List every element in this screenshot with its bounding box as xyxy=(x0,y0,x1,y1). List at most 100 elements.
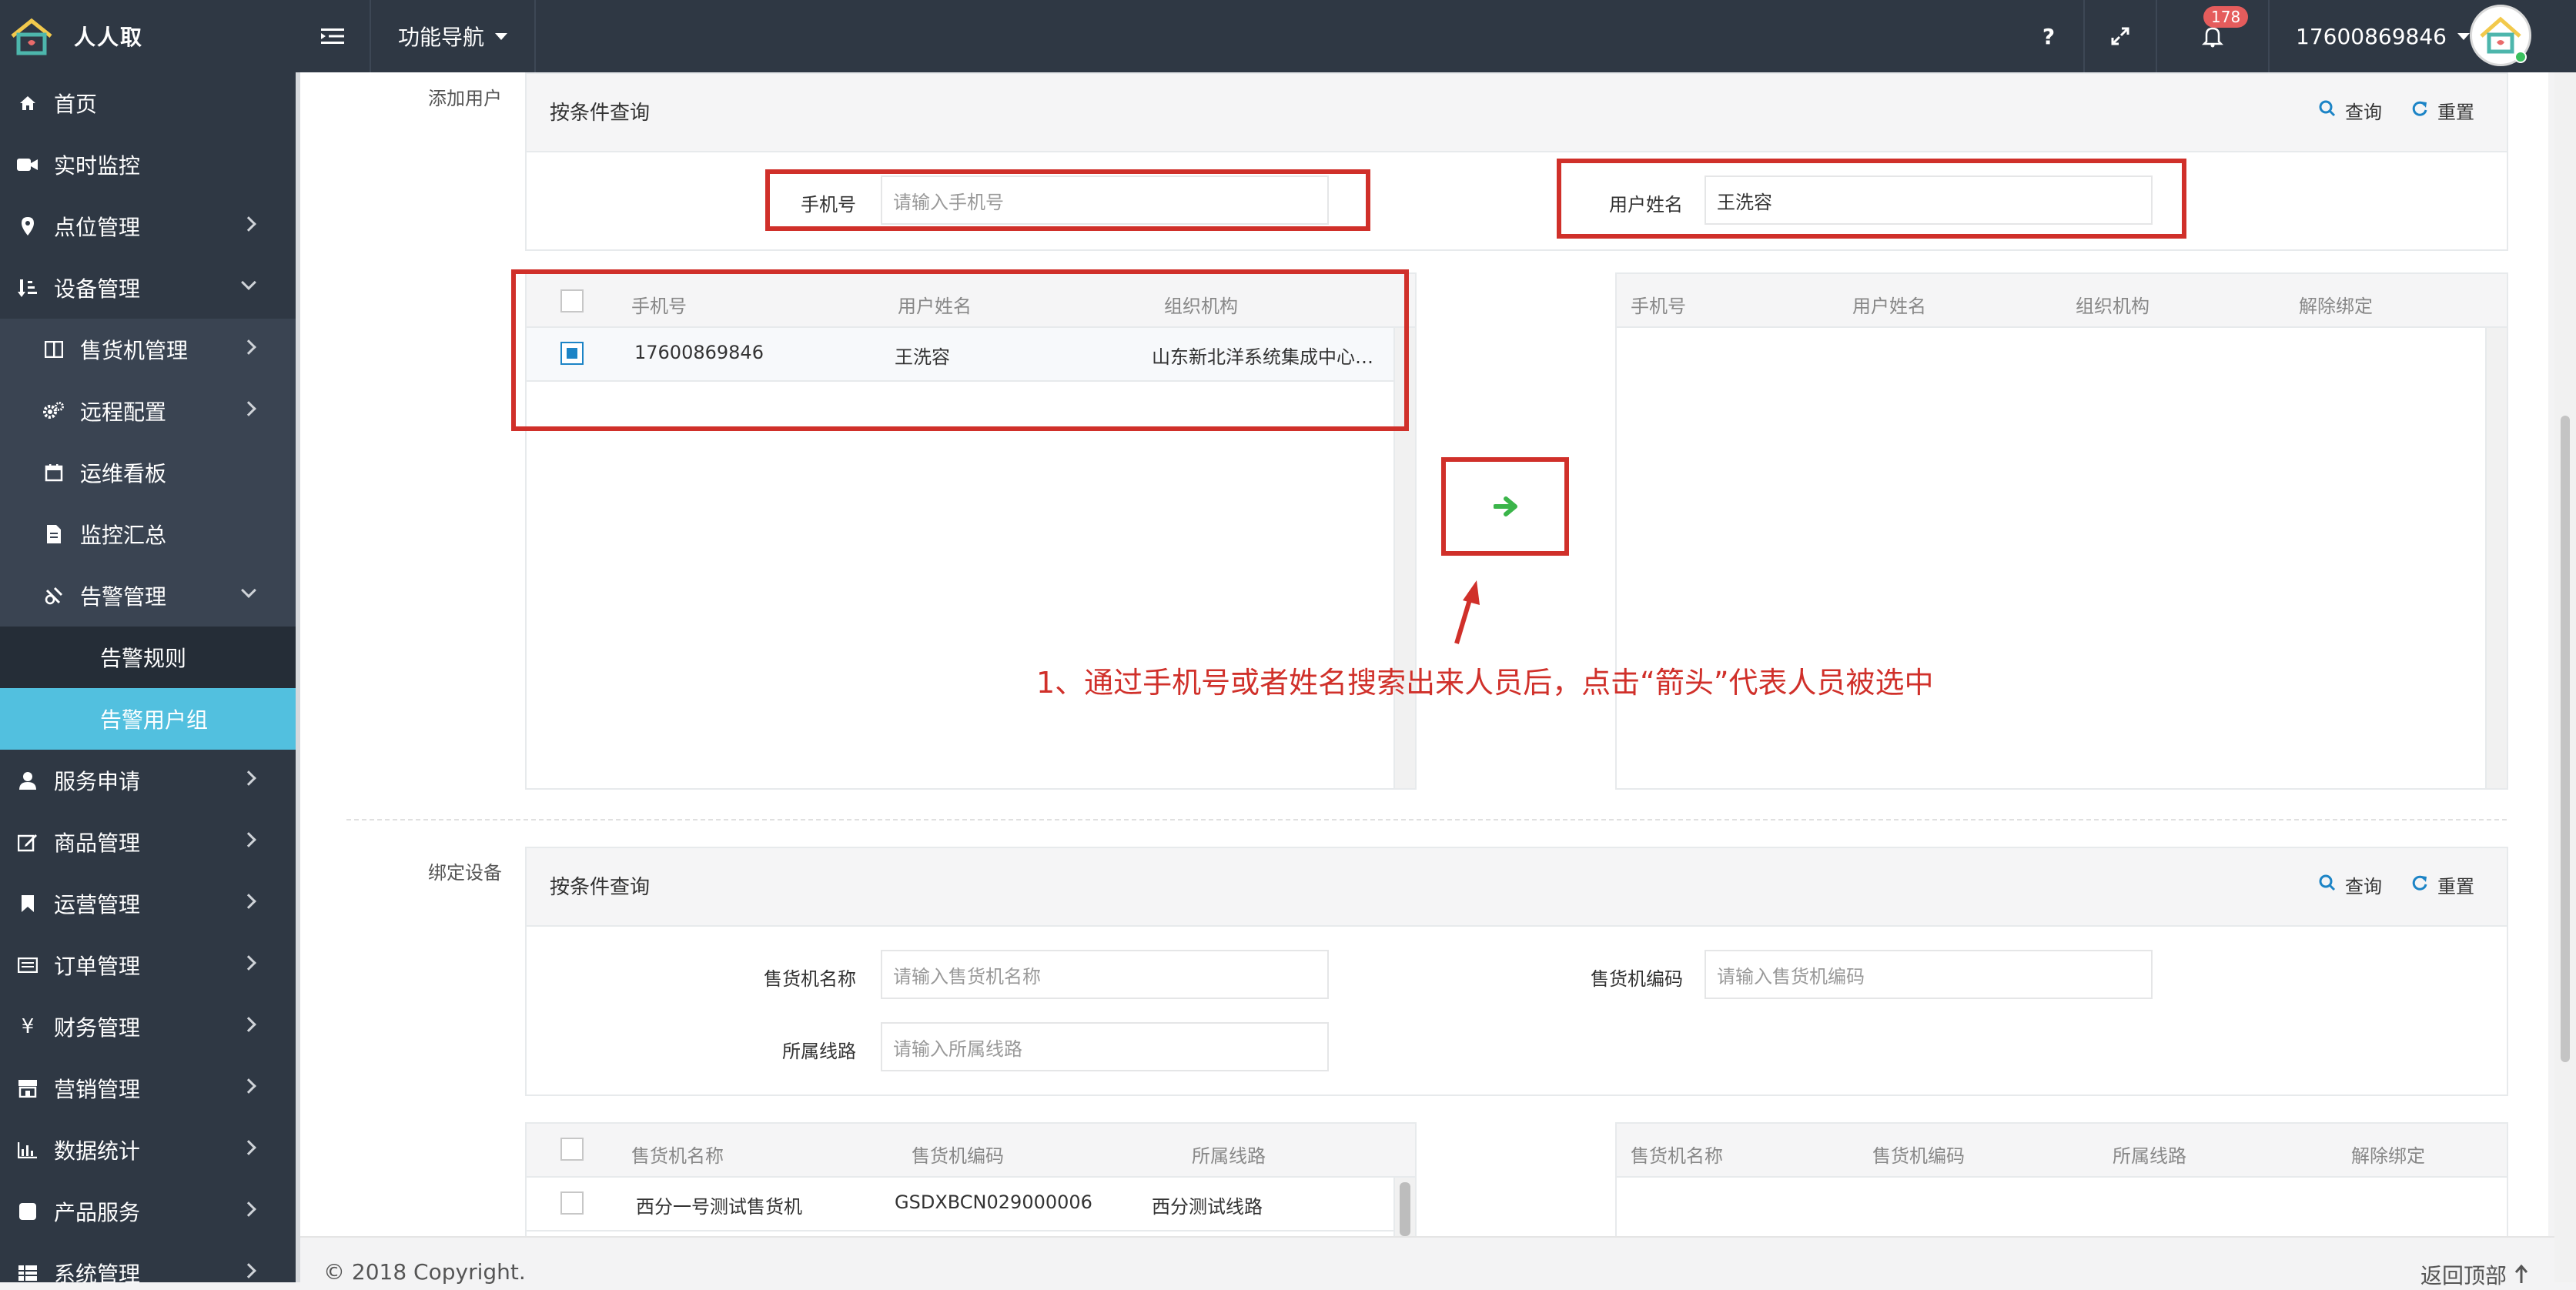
column-header: 售货机名称 xyxy=(631,1145,724,1167)
sidebar-item-device[interactable]: 设备管理 xyxy=(0,257,296,319)
sidebar-item-goods[interactable]: 商品管理 xyxy=(0,811,296,873)
logo[interactable]: 人人取 xyxy=(0,0,296,72)
sidebar-item-ops-board[interactable]: 运维看板 xyxy=(0,442,296,503)
sidebar-item-label: 点位管理 xyxy=(54,215,141,240)
sort-icon xyxy=(17,277,38,299)
columns-icon xyxy=(43,339,65,360)
refresh-icon xyxy=(2411,874,2428,896)
copyright-text: © 2018 Copyright. xyxy=(323,1259,526,1285)
query-button[interactable]: 查询 xyxy=(2319,97,2382,124)
add-user-section-label: 添加用户 xyxy=(428,88,502,109)
sidebar-item-home[interactable]: 首页 xyxy=(0,72,296,134)
sidebar-item-label: 告警管理 xyxy=(80,584,167,610)
user-icon xyxy=(17,770,38,791)
column-header: 组织机构 xyxy=(2076,296,2149,317)
sidebar-item-alarm[interactable]: 告警管理 xyxy=(0,565,296,627)
grid-scrollbar[interactable] xyxy=(1393,1178,1415,1236)
search-icon xyxy=(2319,874,2336,896)
column-header: 所属线路 xyxy=(2113,1145,2186,1167)
expand-icon xyxy=(2111,27,2129,45)
footer: © 2018 Copyright. 返回顶部 xyxy=(300,1236,2554,1288)
add-user-query-panel: 按条件查询 查询 重置 xyxy=(525,72,2508,152)
sidebar-item-label: 远程配置 xyxy=(80,399,167,425)
square-icon xyxy=(17,1201,38,1222)
machine-code-input[interactable]: 请输入售货机编码 xyxy=(1705,950,2153,999)
grid-scrollbar-thumb[interactable] xyxy=(1400,1182,1410,1236)
sidebar-item-vending-machine[interactable]: 售货机管理 xyxy=(0,319,296,380)
sidebar-item-label: 订单管理 xyxy=(54,954,141,979)
store-icon xyxy=(17,1078,38,1099)
chevron-right-icon xyxy=(241,1263,256,1278)
help-button[interactable]: ? xyxy=(2014,0,2083,72)
sidebar-item-system[interactable]: 系统管理 xyxy=(0,1242,296,1282)
function-nav-label: 功能导航 xyxy=(397,25,484,50)
back-to-top-label: 返回顶部 xyxy=(2420,1263,2507,1288)
sidebar-item-statistics[interactable]: 数据统计 xyxy=(0,1119,296,1181)
sidebar-item-label: 运维看板 xyxy=(80,461,167,486)
sidebar-item-label: 服务申请 xyxy=(54,769,141,794)
column-header: 所属线路 xyxy=(1192,1145,1266,1167)
row-checkbox[interactable] xyxy=(560,1191,584,1215)
online-status-dot xyxy=(2514,51,2527,63)
chevron-down-icon xyxy=(241,275,256,290)
sidebar-item-live-monitor[interactable]: 实时监控 xyxy=(0,134,296,196)
sidebar-item-finance[interactable]: ¥ 财务管理 xyxy=(0,996,296,1058)
grid-header: 售货机名称 售货机编码 所属线路 xyxy=(527,1124,1415,1178)
reset-label: 重置 xyxy=(2437,876,2474,897)
table-row[interactable]: 西分一号测试售货机 GSDXBCN029000006 西分测试线路 xyxy=(527,1178,1393,1232)
fullscreen-button[interactable] xyxy=(2083,0,2156,72)
sidebar-item-orders[interactable]: 订单管理 xyxy=(0,934,296,996)
chevron-right-icon xyxy=(241,1201,256,1217)
sidebar-item-remote-config[interactable]: 远程配置 xyxy=(0,380,296,442)
function-nav-dropdown[interactable]: 功能导航 xyxy=(370,0,536,72)
home-icon xyxy=(17,92,38,114)
query-button[interactable]: 查询 xyxy=(2319,871,2382,898)
sidebar-item-label: 运营管理 xyxy=(54,892,141,917)
sidebar-item-label: 实时监控 xyxy=(54,153,141,179)
sidebar-item-marketing[interactable]: 营销管理 xyxy=(0,1058,296,1119)
select-all-checkbox[interactable] xyxy=(560,1138,584,1161)
panel-title: 按条件查询 xyxy=(550,876,651,899)
route-field-label: 所属线路 xyxy=(782,1041,856,1062)
back-to-top-link[interactable]: 返回顶部 xyxy=(2420,1259,2528,1290)
sidebar-item-location[interactable]: 点位管理 xyxy=(0,196,296,257)
page-scrollbar-thumb[interactable] xyxy=(2561,416,2570,1062)
chevron-right-icon xyxy=(241,401,256,416)
section-divider xyxy=(346,819,2507,820)
grid-header: 手机号 用户姓名 组织机构 解除绑定 xyxy=(1617,274,2507,328)
caret-down-icon xyxy=(2457,32,2470,40)
sidebar-item-alarm-rules[interactable]: 告警规则 xyxy=(0,627,296,688)
top-bar: 人人取 功能导航 ? 178 17600869846 xyxy=(0,0,2576,72)
user-phone: 17600869846 xyxy=(2296,23,2447,49)
grid-scrollbar[interactable] xyxy=(2485,328,2507,788)
annotation-box-arrow xyxy=(1441,457,1569,556)
sidebar-toggle-button[interactable] xyxy=(296,0,370,72)
sidebar-item-product-service[interactable]: 产品服务 xyxy=(0,1181,296,1242)
sidebar-item-monitor-summary[interactable]: 监控汇总 xyxy=(0,503,296,565)
chevron-right-icon xyxy=(241,770,256,786)
sidebar-item-label: 系统管理 xyxy=(54,1262,141,1282)
reset-button[interactable]: 重置 xyxy=(2411,871,2474,898)
house-logo-icon xyxy=(11,18,52,55)
sidebar-item-service-request[interactable]: 服务申请 xyxy=(0,750,296,811)
edit-icon xyxy=(17,831,38,853)
sidebar-item-label: 营销管理 xyxy=(54,1077,141,1102)
cell-route: 西分测试线路 xyxy=(1152,1196,1263,1218)
query-label: 查询 xyxy=(2345,876,2382,897)
search-icon xyxy=(2319,100,2336,122)
reset-button[interactable]: 重置 xyxy=(2411,97,2474,124)
sidebar-item-alarm-user-group[interactable]: 告警用户组 xyxy=(0,688,296,750)
grid-header: 售货机名称 售货机编码 所属线路 解除绑定 xyxy=(1617,1124,2507,1178)
column-header: 售货机名称 xyxy=(1631,1145,1723,1167)
refresh-icon xyxy=(2411,100,2428,122)
sidebar-item-operations[interactable]: 运营管理 xyxy=(0,873,296,934)
selected-user-grid: 手机号 用户姓名 组织机构 解除绑定 xyxy=(1615,272,2508,790)
machine-code-field-label: 售货机编码 xyxy=(1591,968,1683,990)
annotation-note: 1、通过手机号或者姓名搜索出来人员后，点击“箭头”代表人员被选中 xyxy=(1036,666,1934,700)
route-input[interactable]: 请输入所属线路 xyxy=(881,1022,1329,1071)
menu-toggle-icon xyxy=(321,28,344,44)
bind-device-query-form xyxy=(525,927,2508,1096)
bound-device-grid: 售货机名称 售货机编码 所属线路 解除绑定 xyxy=(1615,1122,2508,1236)
machine-name-input[interactable]: 请输入售货机名称 xyxy=(881,950,1329,999)
sidebar-item-label: 产品服务 xyxy=(54,1200,141,1225)
